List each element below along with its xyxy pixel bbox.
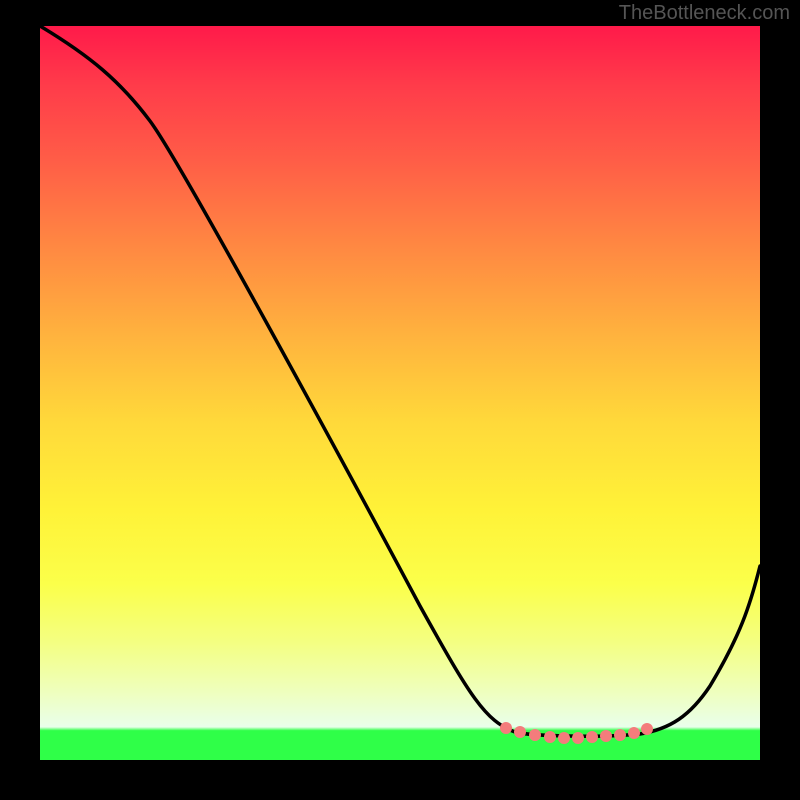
bottleneck-curve [40,26,760,760]
watermark-text: TheBottleneck.com [619,2,790,25]
curve-path [40,26,760,736]
plot-area [40,26,760,760]
highlight-dots [500,722,653,744]
chart-container: TheBottleneck.com [0,0,800,800]
